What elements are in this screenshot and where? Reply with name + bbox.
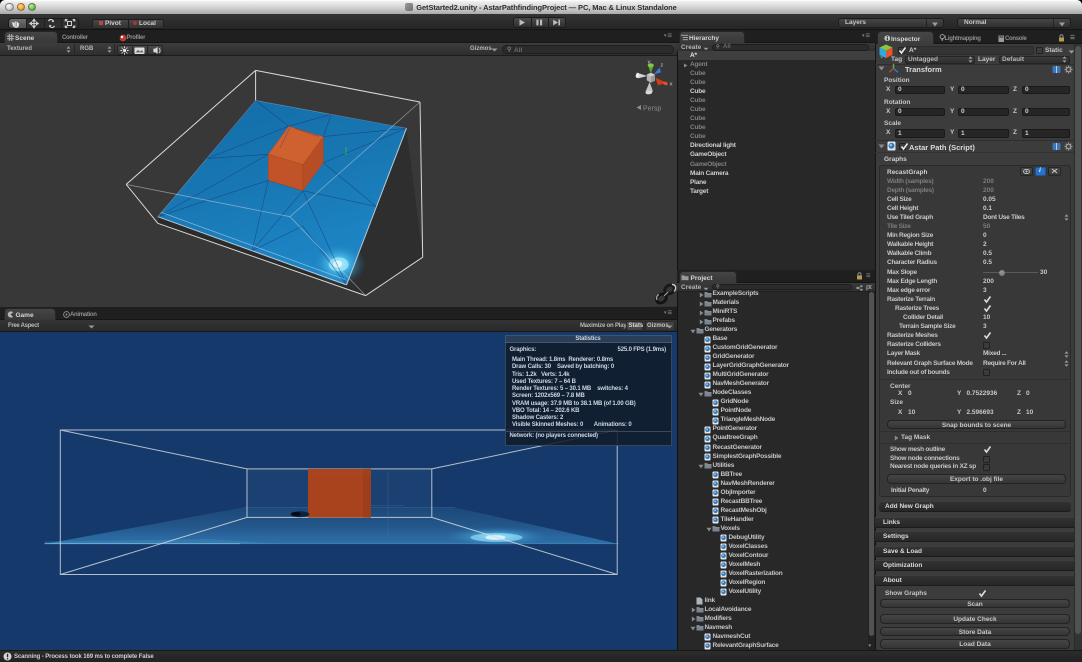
svg-text:z: z — [661, 63, 664, 69]
svg-text:Persp: Persp — [643, 106, 661, 113]
